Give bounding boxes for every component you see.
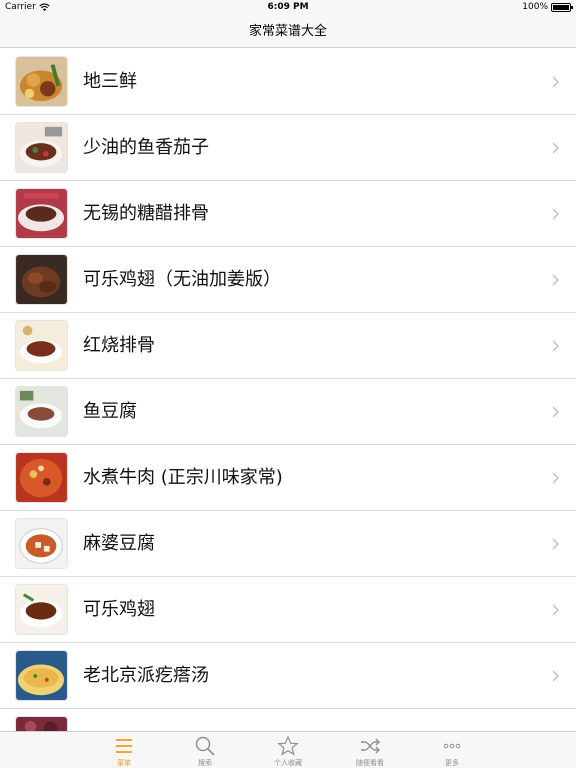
tab-search[interactable]: 搜索 — [175, 732, 235, 769]
recipe-thumbnail — [15, 56, 68, 107]
recipe-thumbnail — [15, 716, 68, 731]
recipe-title: 无锡的糖醋排骨 — [83, 203, 209, 224]
chevron-right-icon — [552, 76, 560, 88]
star-icon — [277, 735, 299, 756]
tab-label: 个人收藏 — [274, 759, 302, 767]
recipe-row[interactable]: 麻婆豆腐 — [0, 511, 576, 577]
recipe-row[interactable]: 水煮牛肉 (正宗川味家常) — [0, 445, 576, 511]
recipe-title: 麻婆豆腐 — [83, 533, 155, 554]
chevron-right-icon — [552, 670, 560, 682]
recipe-thumbnail — [15, 584, 68, 635]
recipe-title: 鱼豆腐 — [83, 401, 137, 422]
tab-label: 随便看看 — [356, 759, 384, 767]
recipe-row[interactable]: 红烧排骨 — [0, 313, 576, 379]
recipe-thumbnail — [15, 518, 68, 569]
recipe-row[interactable]: 无锡的糖醋排骨 — [0, 181, 576, 247]
search-icon — [195, 736, 215, 756]
status-bar: Carrier 6:09 PM 100% — [0, 0, 576, 16]
battery-info: 100% — [522, 2, 573, 12]
recipe-row[interactable]: 鱼豆腐 — [0, 379, 576, 445]
battery-percent: 100% — [522, 2, 548, 12]
more-icon — [443, 743, 461, 749]
recipe-thumbnail — [15, 122, 68, 173]
recipe-row[interactable]: 可乐鸡翅 — [0, 577, 576, 643]
shuffle-icon — [361, 738, 380, 754]
chevron-right-icon — [552, 604, 560, 616]
tab-random[interactable]: 随便看看 — [340, 732, 400, 769]
recipe-title: 可乐鸡翅 — [83, 599, 155, 620]
tab-label: 更多 — [445, 759, 459, 767]
menu-icon — [116, 739, 132, 753]
chevron-right-icon — [552, 208, 560, 220]
recipe-row[interactable] — [0, 709, 576, 731]
recipe-title: 红烧排骨 — [83, 335, 155, 356]
chevron-right-icon — [552, 340, 560, 352]
chevron-right-icon — [552, 472, 560, 484]
recipe-thumbnail — [15, 320, 68, 371]
tab-label: 菜单 — [117, 759, 131, 767]
recipe-title: 水煮牛肉 (正宗川味家常) — [83, 467, 283, 488]
recipe-thumbnail — [15, 452, 68, 503]
navigation-bar: 家常菜谱大全 — [0, 16, 576, 48]
tab-more[interactable]: 更多 — [422, 732, 482, 769]
status-time: 6:09 PM — [267, 2, 309, 12]
tab-menu[interactable]: 菜单 — [94, 732, 154, 769]
recipe-thumbnail — [15, 188, 68, 239]
tab-label: 搜索 — [198, 759, 212, 767]
recipe-row[interactable]: 少油的鱼香茄子 — [0, 115, 576, 181]
recipe-thumbnail — [15, 650, 68, 701]
tab-bar: 菜单 搜索 个人收藏 随便看看 更多 — [0, 731, 576, 768]
recipe-row[interactable]: 地三鲜 — [0, 49, 576, 115]
recipe-title: 地三鲜 — [83, 71, 137, 92]
recipe-thumbnail — [15, 254, 68, 305]
chevron-right-icon — [552, 406, 560, 418]
battery-icon — [551, 2, 573, 12]
chevron-right-icon — [552, 538, 560, 550]
recipe-thumbnail — [15, 386, 68, 437]
tab-favorites[interactable]: 个人收藏 — [258, 732, 318, 769]
recipe-title: 老北京派疙瘩汤 — [83, 665, 209, 686]
recipe-list[interactable]: 地三鲜 少油的鱼香茄子 无锡的糖醋排骨 可乐鸡翅（无油加姜版） 红烧排骨 鱼豆腐… — [0, 49, 576, 731]
recipe-row[interactable]: 可乐鸡翅（无油加姜版） — [0, 247, 576, 313]
page-title: 家常菜谱大全 — [248, 24, 327, 39]
recipe-title: 可乐鸡翅（无油加姜版） — [83, 269, 281, 290]
chevron-right-icon — [552, 142, 560, 154]
recipe-row[interactable]: 老北京派疙瘩汤 — [0, 643, 576, 709]
chevron-right-icon — [552, 274, 560, 286]
recipe-title: 少油的鱼香茄子 — [83, 137, 209, 158]
